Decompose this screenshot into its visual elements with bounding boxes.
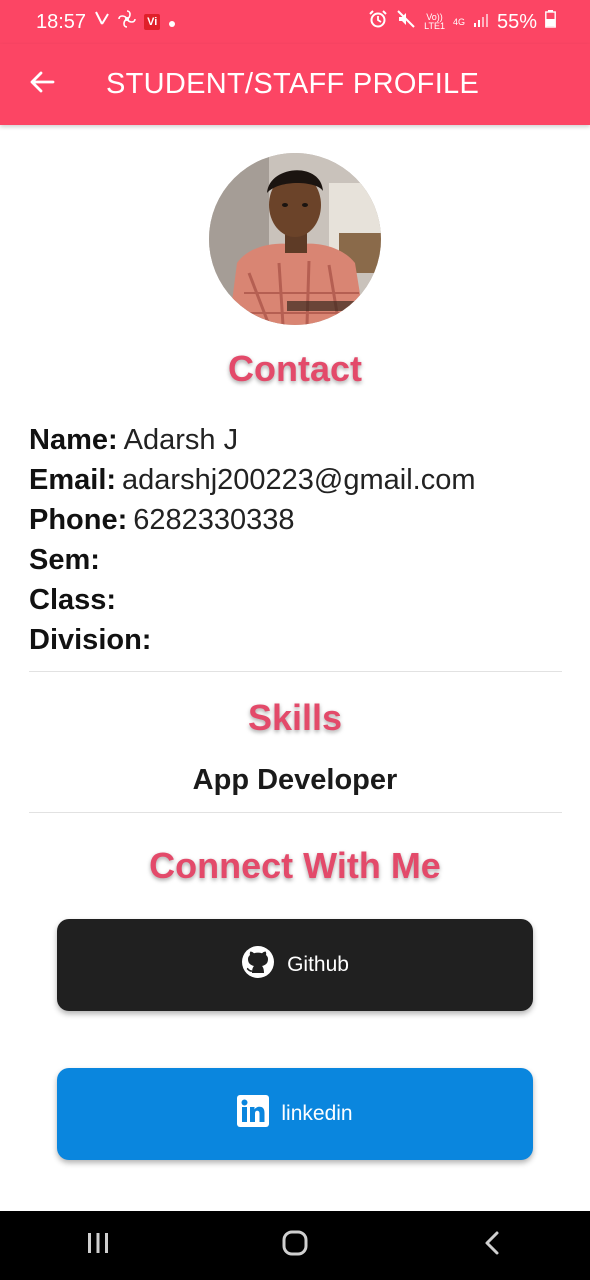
network-type: 4G (452, 16, 465, 27)
class-label: Class: (29, 584, 117, 616)
back-nav-button[interactable] (462, 1221, 522, 1271)
back-icon (483, 1230, 501, 1261)
contact-row-name: Name: Adarsh J (29, 420, 569, 460)
notification-dot-icon (168, 11, 176, 34)
missed-call-icon (94, 10, 110, 34)
home-icon (281, 1229, 309, 1262)
contact-row-phone: Phone: 6282330338 (29, 500, 569, 540)
recent-apps-button[interactable] (68, 1221, 128, 1271)
linkedin-button[interactable]: linkedin (57, 1068, 533, 1160)
alarm-icon (368, 9, 388, 35)
github-label: Github (287, 953, 349, 976)
system-nav-bar (0, 1211, 590, 1280)
skills-heading: Skills (247, 697, 343, 738)
volte-indicator: Vo)) LTE1 (424, 13, 445, 31)
email-label: Email: (29, 464, 117, 496)
status-left: 18:57 Vi (36, 10, 176, 34)
recent-apps-icon (85, 1231, 111, 1260)
battery-icon (545, 10, 556, 34)
signal-icon (473, 11, 489, 34)
home-button[interactable] (265, 1221, 325, 1271)
name-label: Name: (29, 424, 118, 456)
app-bar: STUDENT/STAFF PROFILE (0, 44, 590, 125)
divider (29, 812, 562, 813)
avatar (209, 153, 381, 325)
battery-percent: 55% (496, 10, 537, 33)
phone-label: Phone: (29, 504, 128, 536)
pinwheel-icon (118, 10, 136, 34)
profile-photo (209, 153, 381, 325)
carrier-badge: Vi (144, 14, 161, 30)
name-value: Adarsh J (123, 424, 239, 456)
arrow-left-icon (29, 71, 55, 98)
sem-label: Sem: (29, 544, 100, 576)
status-bar: 18:57 Vi Vo)) LTE1 4G 55% (0, 0, 590, 44)
page-title: STUDENT/STAFF PROFILE (106, 68, 480, 100)
contact-row-division: Division: (29, 620, 569, 660)
status-right: Vo)) LTE1 4G 55% (368, 9, 556, 35)
divider (29, 671, 562, 672)
email-value: adarshj200223@gmail.com (122, 464, 476, 496)
contact-row-email: Email: adarshj200223@gmail.com (29, 460, 569, 500)
contact-heading: Contact (228, 348, 362, 389)
back-button[interactable] (22, 65, 62, 105)
connect-heading: Connect With Me (149, 845, 441, 886)
mute-icon (396, 9, 416, 35)
linkedin-label: linkedin (281, 1102, 353, 1125)
status-time: 18:57 (36, 10, 87, 33)
linkedin-icon (237, 1095, 270, 1133)
contact-row-sem: Sem: (29, 540, 569, 580)
github-button[interactable]: Github (57, 919, 533, 1011)
contact-info: Name: Adarsh J Email: adarshj200223@gmail.… (29, 420, 569, 660)
phone-value: 6282330338 (133, 504, 295, 536)
skill-item: App Developer (192, 764, 398, 796)
division-label: Division: (29, 624, 152, 656)
volte-bottom: LTE1 (424, 21, 445, 31)
github-icon (241, 945, 275, 985)
contact-row-class: Class: (29, 580, 569, 620)
